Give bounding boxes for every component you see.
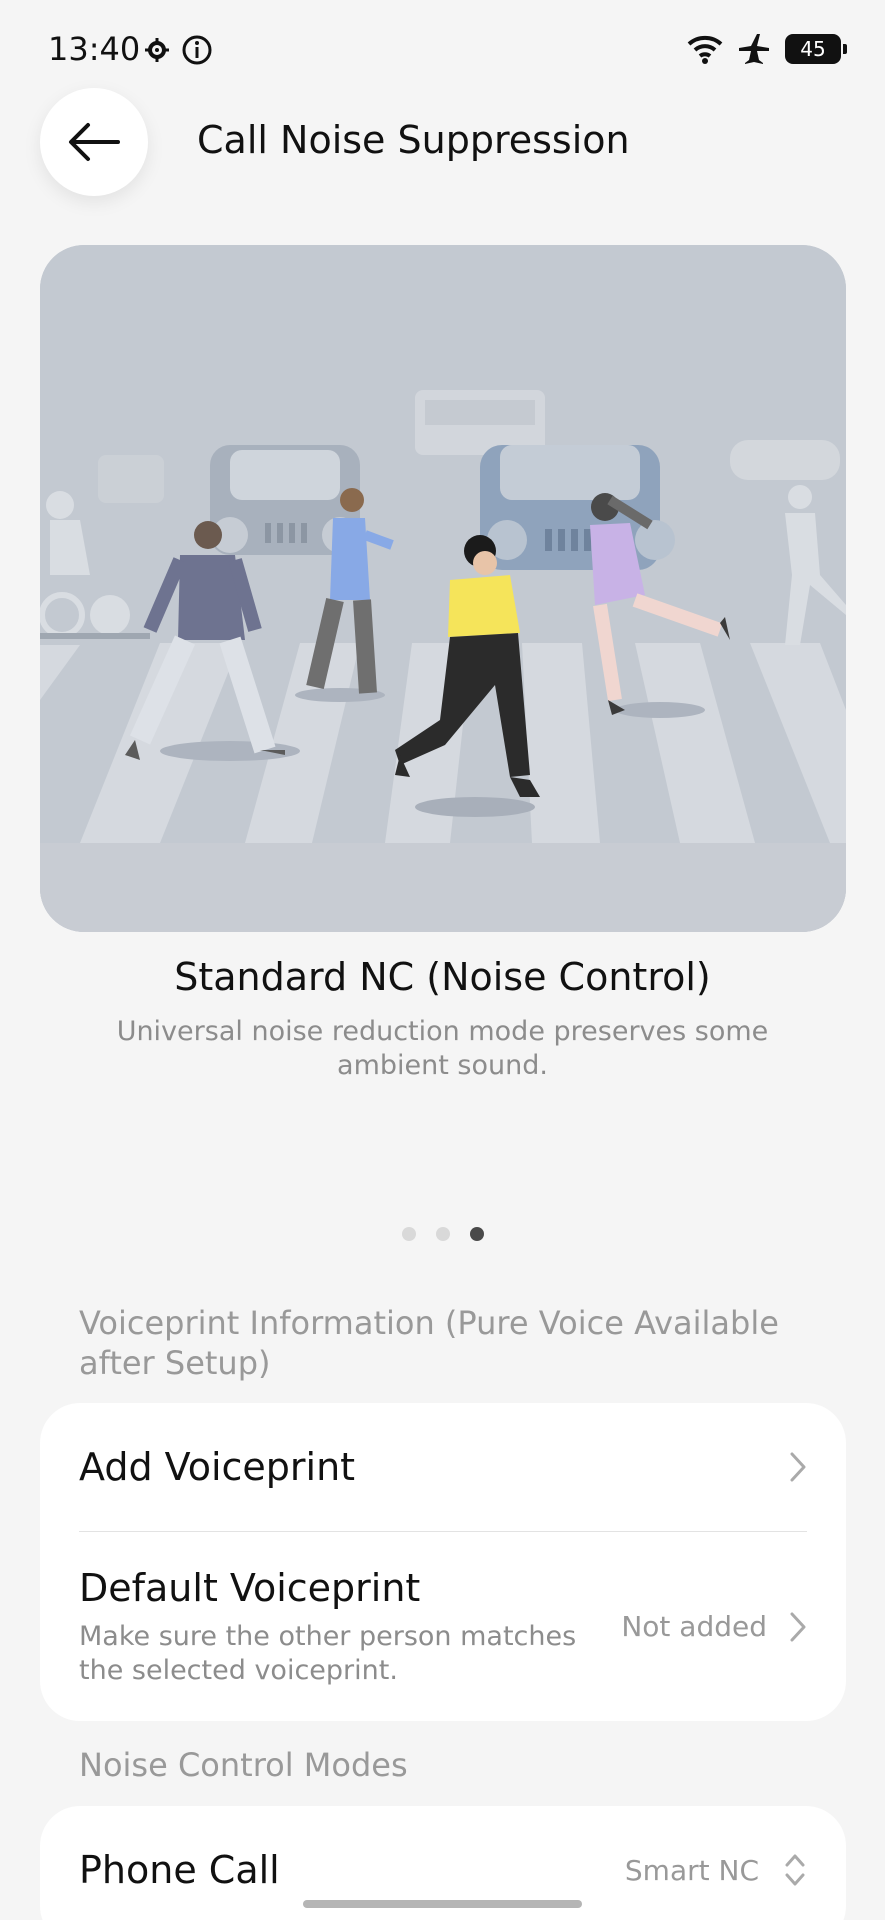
- status-time: 13:40: [48, 30, 141, 68]
- wifi-icon: [687, 35, 723, 64]
- home-indicator[interactable]: [303, 1900, 582, 1908]
- phone-call-value[interactable]: Smart NC: [625, 1854, 759, 1887]
- pager-dot-1[interactable]: [401, 1227, 416, 1241]
- voiceprint-section-header: Voiceprint Information (Pure Voice Avail…: [79, 1304, 779, 1382]
- battery-level: 45: [800, 37, 826, 61]
- pager-dot-2[interactable]: [435, 1227, 450, 1241]
- mode-illustration: [40, 245, 846, 932]
- info-icon: [182, 35, 212, 65]
- default-voiceprint-text: Default Voiceprint Make sure the other p…: [79, 1566, 579, 1688]
- add-voiceprint-row[interactable]: Add Voiceprint: [40, 1403, 846, 1531]
- airplane-icon: [739, 34, 769, 64]
- voiceprint-card: Add Voiceprint Default Voiceprint Make s…: [40, 1403, 846, 1721]
- default-voiceprint-value: Not added: [621, 1610, 767, 1643]
- back-arrow-icon: [69, 123, 120, 161]
- page-title: Call Noise Suppression: [197, 118, 630, 162]
- phone-call-label: Phone Call: [79, 1848, 280, 1892]
- noise-modes-section-header: Noise Control Modes: [79, 1746, 408, 1784]
- add-voiceprint-label: Add Voiceprint: [79, 1445, 356, 1489]
- carousel-pager: [0, 1227, 885, 1241]
- default-voiceprint-label: Default Voiceprint: [79, 1565, 421, 1610]
- default-voiceprint-row[interactable]: Default Voiceprint Make sure the other p…: [40, 1532, 846, 1721]
- mode-title: Standard NC (Noise Control): [174, 955, 711, 999]
- status-icons-left: [143, 34, 213, 66]
- battery-icon: 45: [785, 34, 847, 64]
- settings-icon: [145, 38, 169, 62]
- mode-description: Universal noise reduction mode preserves…: [116, 1016, 769, 1081]
- status-icons-right: 45: [687, 32, 847, 66]
- chevron-right-icon: [790, 1612, 806, 1641]
- default-voiceprint-subtitle: Make sure the other person matches the s…: [79, 1620, 577, 1686]
- pager-dot-3-active[interactable]: [469, 1227, 484, 1241]
- status-bar: 13:40 45: [0, 0, 885, 100]
- back-button[interactable]: [40, 88, 148, 196]
- chevron-right-icon: [790, 1452, 806, 1482]
- chevron-up-down-icon[interactable]: [783, 1852, 807, 1888]
